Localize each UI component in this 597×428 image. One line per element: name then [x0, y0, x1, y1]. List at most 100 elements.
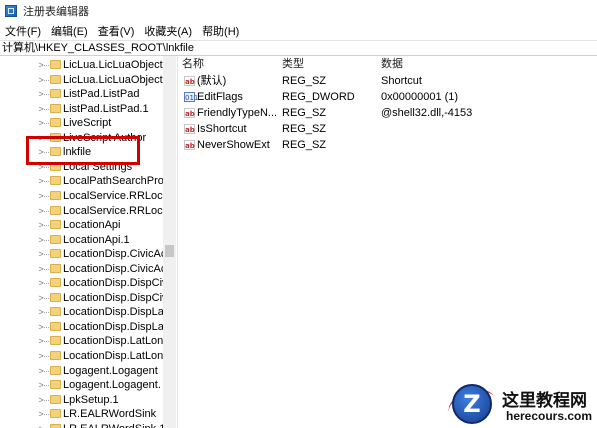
tree-item-label: LR.EALRWordSink.1	[63, 422, 165, 428]
tree-item-label: LocationDisp.CivicAc	[63, 262, 167, 275]
folder-icon	[50, 118, 61, 128]
tree-item[interactable]: > LocationDisp.DispCiv	[0, 291, 176, 305]
folder-icon	[50, 292, 61, 302]
menu-file[interactable]: 文件(F)	[0, 23, 46, 39]
tree-item[interactable]: > LicLua.LicLuaObject	[0, 58, 176, 72]
tree-item[interactable]: > LocationApi.1	[0, 233, 176, 247]
tree-item-label: ListPad.ListPad.1	[63, 102, 149, 115]
tree-item[interactable]: > LocationDisp.CivicAc	[0, 247, 176, 261]
regedit-app-icon	[5, 5, 17, 17]
tree-connector	[44, 225, 49, 227]
tree-item[interactable]: > LocationApi	[0, 218, 176, 232]
watermark-title: 这里教程网	[502, 391, 587, 411]
tree-item[interactable]: > LR.EALRWordSink	[0, 407, 176, 421]
tree-item[interactable]: > LpkSetup.1	[0, 393, 176, 407]
tree-item[interactable]: > LR.EALRWordSink.1	[0, 422, 176, 428]
tree-item[interactable]: > LocationDisp.DispLa	[0, 305, 176, 319]
pane-splitter[interactable]	[177, 56, 178, 428]
string-value-icon: ab	[184, 76, 195, 86]
tree-connector	[44, 268, 49, 270]
tree-item-label: LocalService.RRLoca	[63, 189, 169, 202]
menu-favorites[interactable]: 收藏夹(A)	[139, 23, 197, 39]
tree-item[interactable]: > LocationDisp.DispCiv	[0, 276, 176, 290]
watermark-url: herecours.com	[506, 409, 593, 423]
tree-connector	[44, 123, 49, 125]
value-type: REG_SZ	[282, 139, 327, 151]
tree-item[interactable]: > LiveScript	[0, 116, 176, 130]
folder-icon	[50, 205, 61, 215]
tree-connector	[44, 195, 49, 197]
value-row[interactable]: 011 EditFlags REG_DWORD 0x00000001 (1)	[180, 89, 597, 105]
tree-connector	[44, 341, 49, 343]
folder-icon	[50, 190, 61, 200]
value-name: FriendlyTypeN...	[197, 107, 278, 119]
tree-connector	[44, 297, 49, 299]
tree-connector	[44, 312, 49, 314]
value-type: REG_DWORD	[282, 91, 355, 103]
tree-item-label: LocationDisp.DispLa	[63, 306, 164, 319]
folder-icon	[50, 249, 61, 259]
menu-help[interactable]: 帮助(H)	[197, 23, 244, 39]
tree-item-label: LpkSetup.1	[63, 393, 119, 406]
tree-connector	[44, 326, 49, 328]
value-name: NeverShowExt	[197, 139, 270, 151]
value-row[interactable]: ab NeverShowExt REG_SZ	[180, 137, 597, 153]
tree-connector	[44, 108, 49, 110]
value-name: IsShortcut	[197, 123, 247, 135]
tree-item[interactable]: > LocalPathSearchProv	[0, 174, 176, 188]
folder-icon	[50, 60, 61, 69]
folder-icon	[50, 176, 61, 186]
tree-connector	[44, 414, 49, 416]
value-row[interactable]: ab (默认) REG_SZ Shortcut	[180, 73, 597, 89]
tree-item[interactable]: > ListPad.ListPad.1	[0, 102, 176, 116]
title-bar: 注册表编辑器	[0, 0, 597, 22]
tree-item-label: ListPad.ListPad	[63, 88, 140, 101]
folder-icon	[50, 74, 61, 84]
tree-item-label: LocationDisp.DispLa	[63, 320, 164, 333]
column-header-name[interactable]: 名称	[182, 56, 204, 72]
tree-item-label: LocationApi	[63, 219, 121, 232]
values-list: 名称 类型 数据 ab (默认) REG_SZ Shortcut 011 EditFlag…	[180, 56, 597, 428]
tree-item-label: LocationDisp.CivicAc	[63, 248, 167, 261]
tree-item[interactable]: > LocalService.RRLoca	[0, 189, 176, 203]
tree-item[interactable]: > Logagent.Logagent.	[0, 378, 176, 392]
tree-connector	[44, 181, 49, 183]
folder-icon	[50, 220, 61, 230]
watermark-logo-icon: Z	[452, 384, 492, 424]
tree-scrollbar[interactable]	[163, 56, 176, 428]
tree-item-label: LocationDisp.LatLon	[63, 335, 164, 348]
folder-icon	[50, 394, 61, 404]
value-name: (默认)	[197, 75, 227, 87]
tree-connector	[44, 210, 49, 212]
menu-edit[interactable]: 编辑(E)	[46, 23, 93, 39]
folder-icon	[50, 307, 61, 317]
tree-item[interactable]: > Logagent.Logagent	[0, 364, 176, 378]
tree-item[interactable]: > LocationDisp.LatLon	[0, 349, 176, 363]
folder-icon	[50, 380, 61, 390]
tree-item-label: LocationApi.1	[63, 233, 130, 246]
tree-connector	[44, 370, 49, 372]
menu-view[interactable]: 查看(V)	[93, 23, 140, 39]
expand-chevron-icon[interactable]: >	[37, 422, 45, 428]
tree-connector	[44, 385, 49, 387]
folder-icon	[50, 263, 61, 273]
tree-item[interactable]: > LicLua.LicLuaObject.	[0, 73, 176, 87]
tree-item[interactable]: > LocationDisp.CivicAc	[0, 262, 176, 276]
value-name: EditFlags	[197, 91, 243, 103]
tree-item-label: LiveScript	[63, 117, 112, 130]
tree-item[interactable]: > LocationDisp.LatLon	[0, 334, 176, 348]
value-row[interactable]: ab FriendlyTypeN... REG_SZ @shell32.dll,-41…	[180, 105, 597, 121]
column-header-data[interactable]: 数据	[381, 56, 403, 72]
tree-connector	[44, 166, 49, 168]
folder-icon	[50, 365, 61, 375]
tree-connector	[44, 254, 49, 256]
tree-item[interactable]: > ListPad.ListPad	[0, 87, 176, 101]
tree-item-label: LicLua.LicLuaObject	[63, 59, 163, 71]
tree-item-label: LocationDisp.DispCiv	[63, 277, 168, 290]
tree-item[interactable]: > LocationDisp.DispLa	[0, 320, 176, 334]
value-row[interactable]: ab IsShortcut REG_SZ	[180, 121, 597, 137]
column-header-type[interactable]: 类型	[282, 56, 304, 72]
tree-item[interactable]: > LocalService.RRLoca	[0, 204, 176, 218]
tree-scrollbar-thumb[interactable]	[165, 245, 174, 257]
address-bar[interactable]: 计算机\HKEY_CLASSES_ROOT\lnkfile	[0, 40, 597, 56]
